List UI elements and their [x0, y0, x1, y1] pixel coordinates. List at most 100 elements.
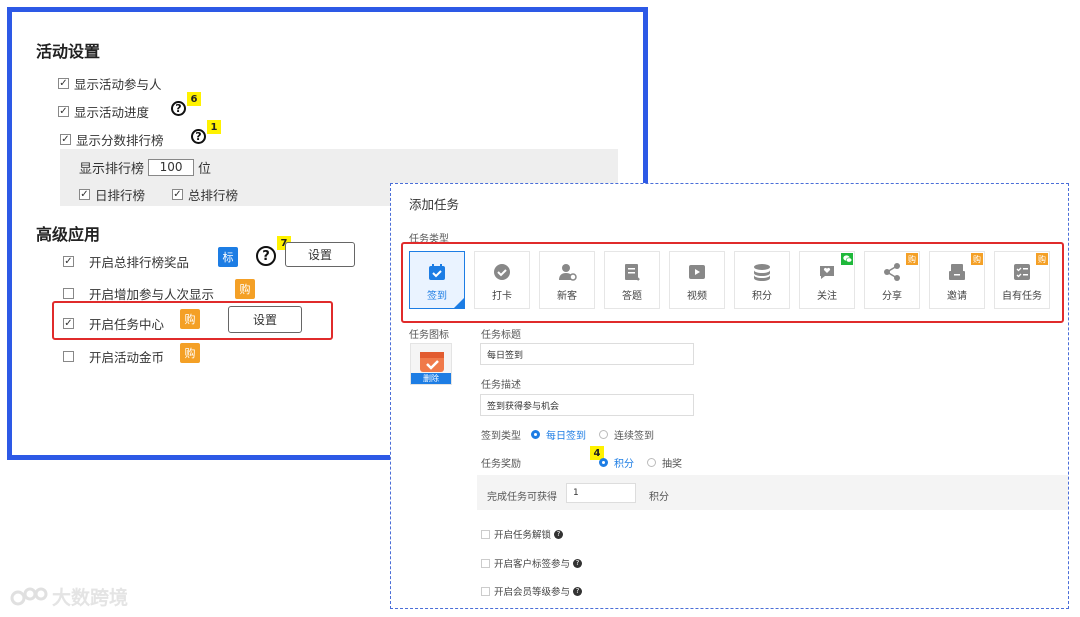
invite-icon: [949, 264, 965, 280]
daily-ranking-label: 日排行榜: [95, 188, 146, 203]
checkbox-unchecked[interactable]: [481, 529, 490, 539]
task-desc-input[interactable]: 签到获得参与机会: [480, 394, 694, 416]
buy-badge: 购: [906, 253, 918, 265]
task-type-label-text: 自有任务: [1002, 291, 1042, 302]
checkin-continuous-radio[interactable]: 连续签到: [599, 427, 654, 442]
delete-icon-button[interactable]: 删除: [411, 373, 451, 384]
task-type-points[interactable]: 积分: [734, 251, 790, 309]
checkbox-unchecked[interactable]: [481, 558, 490, 568]
unlock-option[interactable]: 开启任务解锁 ?: [481, 527, 564, 541]
total-ranking-prize-option[interactable]: ✓ 开启总排行榜奖品: [63, 252, 189, 271]
show-ranking-option[interactable]: ✓ 显示分数排行榜: [60, 130, 164, 149]
task-type-label-text: 积分: [752, 291, 772, 302]
checkbox-checked[interactable]: ✓: [58, 106, 69, 117]
task-center-label: 开启任务中心: [89, 317, 165, 332]
checkbox-checked[interactable]: ✓: [58, 78, 69, 89]
checkbox-checked[interactable]: ✓: [63, 256, 74, 267]
activity-settings-heading: 活动设置: [36, 42, 101, 61]
checkbox-checked[interactable]: ✓: [63, 318, 74, 329]
task-title-label: 任务标题: [481, 330, 521, 341]
checkbox-unchecked[interactable]: [63, 351, 74, 362]
show-progress-option[interactable]: ✓ 显示活动进度: [58, 102, 149, 121]
task-type-checkin[interactable]: 签到: [409, 251, 465, 309]
total-ranking-prize-label: 开启总排行榜奖品: [89, 255, 190, 270]
task-type-label-text: 答题: [622, 291, 642, 302]
complete-label: 完成任务可获得: [487, 492, 557, 503]
watermark-logo-icon: [10, 587, 48, 605]
total-ranking-label: 总排行榜: [188, 188, 239, 203]
checkbox-checked[interactable]: ✓: [172, 189, 183, 200]
customer-tag-option[interactable]: 开启客户标签参与 ?: [481, 556, 583, 570]
help-icon[interactable]: ?: [554, 529, 564, 539]
ranking-count-unit: 位: [198, 162, 212, 177]
radio-selected[interactable]: [599, 458, 608, 467]
activity-coins-option[interactable]: 开启活动金币: [63, 347, 164, 366]
daily-ranking-option[interactable]: ✓ 日排行榜: [79, 185, 145, 204]
radio-unselected[interactable]: [647, 458, 656, 467]
task-type-label-text: 打卡: [492, 291, 512, 302]
follow-icon: [820, 266, 834, 279]
radio-unselected[interactable]: [599, 430, 608, 439]
task-type-video[interactable]: 视频: [669, 251, 725, 309]
reward-label: 任务奖励: [481, 459, 521, 470]
ranking-count-input[interactable]: 100: [148, 159, 195, 176]
watermark-text: 大数跨境: [52, 587, 129, 609]
calendar-icon: [429, 264, 445, 280]
task-type-custom[interactable]: 自有任务 购: [994, 251, 1050, 309]
add-task-dialog: 添加任务 任务类型 签到 打卡 新客 答题 视频 积分 关注 分享 购 邀请 购: [390, 183, 1069, 609]
task-type-label-text: 新客: [557, 291, 577, 302]
task-icon-preview[interactable]: 删除: [410, 343, 452, 385]
reward-lottery-radio[interactable]: 抽奖: [647, 455, 682, 470]
show-participants-label: 显示活动参与人: [74, 77, 162, 92]
task-type-quiz[interactable]: 答题: [604, 251, 660, 309]
task-type-invite[interactable]: 邀请 购: [929, 251, 985, 309]
task-title-input[interactable]: 每日签到: [480, 343, 694, 365]
member-level-label: 开启会员等级参与: [494, 587, 571, 598]
checkbox-checked[interactable]: ✓: [60, 134, 71, 145]
custom-task-icon: [1014, 264, 1030, 280]
task-type-punch[interactable]: 打卡: [474, 251, 530, 309]
checkbox-checked[interactable]: ✓: [79, 189, 90, 200]
total-ranking-prize-settings-button[interactable]: 设置: [285, 242, 355, 267]
share-icon: [884, 263, 900, 281]
task-center-option[interactable]: ✓ 开启任务中心: [63, 314, 164, 333]
watermark: 大数跨境: [10, 583, 128, 610]
radio-selected[interactable]: [531, 430, 540, 439]
complete-unit: 积分: [649, 492, 669, 503]
total-ranking-option[interactable]: ✓ 总排行榜: [172, 185, 238, 204]
show-ranking-label: 显示分数排行榜: [76, 133, 164, 148]
task-type-new-customer[interactable]: 新客: [539, 251, 595, 309]
buy-badge: 购: [971, 253, 983, 265]
wechat-icon: [841, 253, 853, 265]
task-type-share[interactable]: 分享 购: [864, 251, 920, 309]
checkin-daily-label: 每日签到: [546, 431, 586, 442]
task-center-settings-button[interactable]: 设置: [228, 306, 302, 333]
checkbox-unchecked[interactable]: [63, 288, 74, 299]
buy-badge: 购: [1036, 253, 1048, 265]
advanced-heading: 高级应用: [36, 225, 101, 244]
task-type-follow[interactable]: 关注: [799, 251, 855, 309]
help-icon[interactable]: ?: [573, 558, 583, 568]
reward-amount-input[interactable]: 1: [566, 483, 636, 503]
reward-points-radio[interactable]: 积分: [599, 455, 634, 470]
help-icon[interactable]: ?: [171, 101, 186, 116]
annotation-badge-6: 6: [187, 92, 201, 106]
clock-check-icon: [494, 264, 510, 280]
task-type-label-text: 视频: [687, 291, 707, 302]
checkin-continuous-label: 连续签到: [614, 431, 654, 442]
help-icon[interactable]: ?: [256, 246, 276, 266]
checkin-daily-radio[interactable]: 每日签到: [531, 427, 586, 442]
selected-corner-icon: [454, 298, 464, 308]
help-icon[interactable]: ?: [191, 129, 206, 144]
help-icon[interactable]: ?: [573, 586, 583, 596]
task-icon-label: 任务图标: [409, 330, 449, 341]
task-type-label-text: 分享: [882, 291, 902, 302]
show-participants-option[interactable]: ✓ 显示活动参与人: [58, 74, 162, 93]
tag-badge: 标: [218, 247, 238, 267]
task-type-label-text: 签到: [427, 291, 447, 302]
new-user-icon: [559, 264, 577, 281]
member-level-option[interactable]: 开启会员等级参与 ?: [481, 584, 583, 598]
task-desc-label: 任务描述: [481, 380, 521, 391]
coins-icon: [754, 264, 770, 281]
checkbox-unchecked[interactable]: [481, 586, 490, 596]
